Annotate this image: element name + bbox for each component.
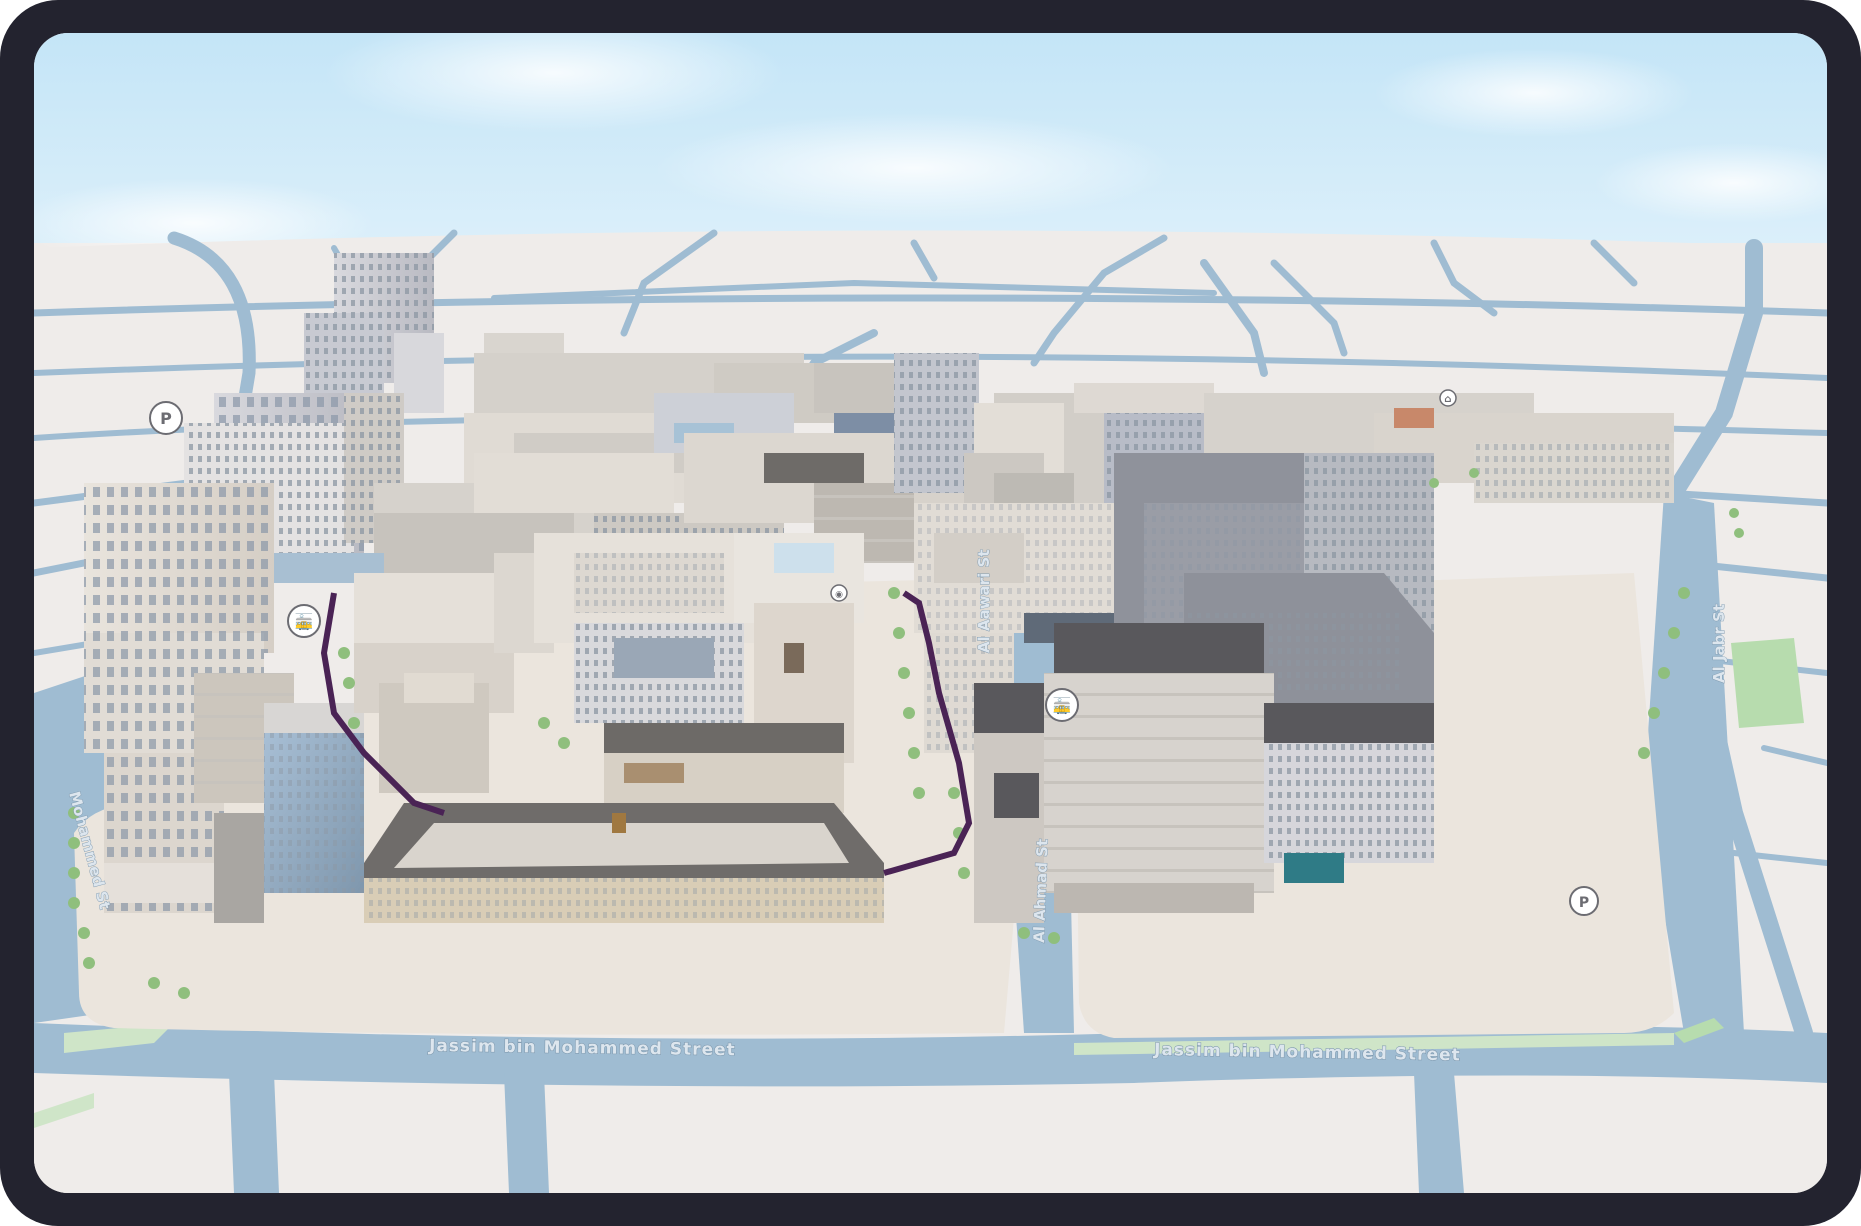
tram-icon[interactable]: 🚋 — [1045, 688, 1079, 722]
street-label: Al Jabr St — [1710, 604, 1728, 683]
svg-text:🚋: 🚋 — [295, 613, 314, 631]
map-viewport[interactable]: P 🚋 🚋 P ⌂ ◉ Jassim bin Mohammed Street J… — [34, 33, 1827, 1193]
entrance-icon[interactable]: ◉ — [830, 584, 848, 602]
svg-text:🚋: 🚋 — [1053, 697, 1072, 715]
svg-text:◉: ◉ — [835, 590, 843, 600]
city-scene[interactable]: P 🚋 🚋 P ⌂ ◉ Jassim bin Mohammed Street J… — [34, 33, 1827, 1193]
device-frame: P 🚋 🚋 P ⌂ ◉ Jassim bin Mohammed Street J… — [0, 0, 1861, 1226]
street-label: Al Aawari St — [975, 550, 993, 653]
svg-text:P: P — [160, 409, 172, 428]
svg-text:P: P — [1579, 895, 1589, 911]
parking-icon[interactable]: P — [1569, 886, 1599, 916]
museum-icon[interactable]: ⌂ — [1439, 389, 1457, 407]
parking-icon[interactable]: P — [149, 401, 183, 435]
svg-text:⌂: ⌂ — [1444, 394, 1451, 405]
tram-icon[interactable]: 🚋 — [287, 604, 321, 638]
courtyard-building — [364, 803, 884, 923]
street-label: Al Ahmad St — [1030, 839, 1052, 944]
east-buildings — [914, 453, 1434, 923]
